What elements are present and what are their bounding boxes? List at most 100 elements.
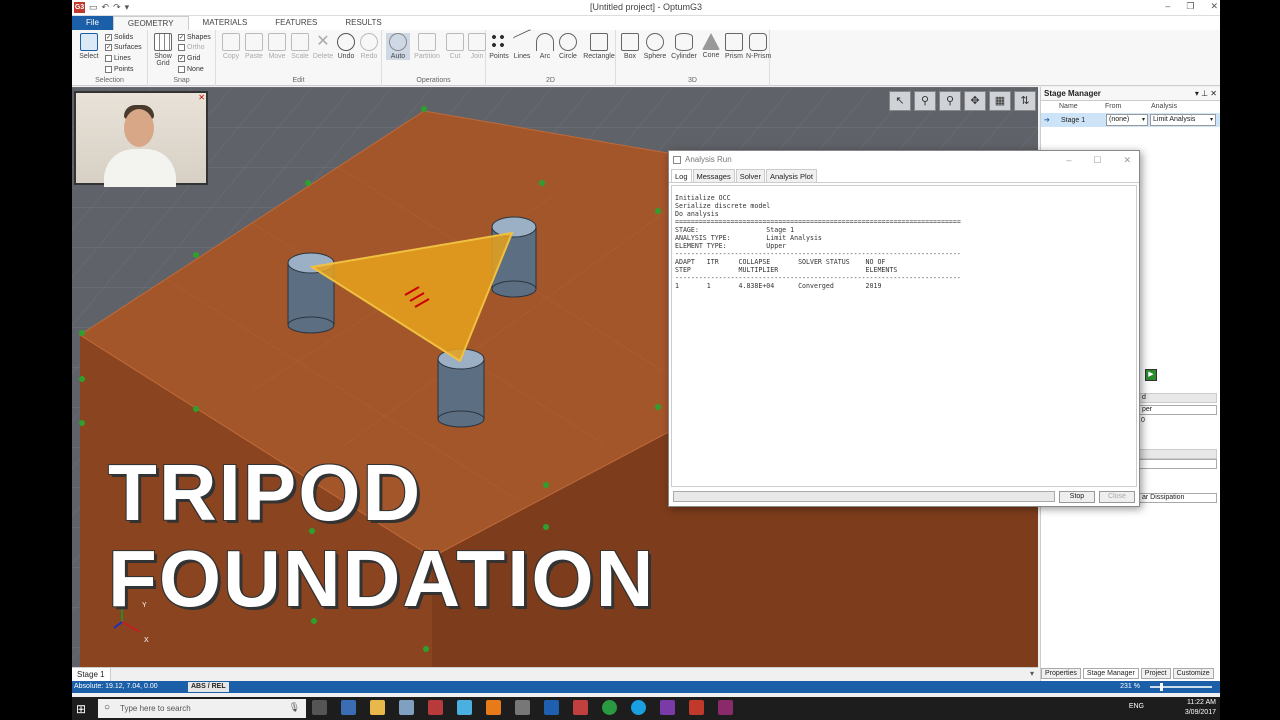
language-indicator[interactable]: ENG [1129,703,1144,710]
move-button[interactable]: Move [266,33,288,60]
close-button[interactable]: Close [1099,491,1135,503]
tab-geometry[interactable]: GEOMETRY [112,16,189,30]
tab-features[interactable]: FEATURES [261,16,331,30]
microphone-icon[interactable]: 🎙 [289,702,300,713]
scale-button[interactable]: Scale [289,33,311,60]
auto-button[interactable]: Auto [386,33,410,60]
taskbar-search-box[interactable]: ○ Type here to search 🎙 [98,699,306,718]
app-icon-5[interactable] [515,700,530,715]
zoom-window-icon[interactable]: ⚲ [939,91,961,111]
redo-button[interactable]: Redo [358,33,380,60]
app-icon-3[interactable] [428,700,443,715]
select-button[interactable]: Select [78,33,100,60]
property-field-4[interactable] [1139,459,1217,469]
lines-checkbox[interactable]: Lines [105,55,131,62]
zoom-slider[interactable] [1150,683,1212,691]
pointer-tool-icon[interactable]: ↖ [889,91,911,111]
windows-start-icon[interactable]: ⊞ [76,702,86,716]
points-checkbox[interactable]: Points [105,66,133,73]
system-clock[interactable]: 11:22 AM 3/09/2017 [1185,698,1216,718]
restore-icon[interactable]: ❐ [1186,1,1194,12]
show-grid-button[interactable]: Show Grid [152,33,174,67]
view-axes-icon[interactable]: ⇅ [1014,91,1036,111]
panel-controls-icon[interactable]: ▾ ⊥ ✕ [1195,87,1217,101]
app-icon-6[interactable] [573,700,588,715]
cone-button[interactable]: Cone [700,33,722,59]
tab-materials[interactable]: MATERIALS [189,16,262,30]
tab-stage-manager[interactable]: Stage Manager [1082,668,1139,679]
partition-button[interactable]: Partition [412,33,442,60]
property-field-2[interactable]: per [1139,405,1217,415]
join-button[interactable]: Join [466,33,488,60]
panel-tabs: Properties Stage Manager Project Customi… [1041,668,1214,679]
zoom-slider-knob[interactable] [1160,683,1163,691]
close-icon[interactable]: ✕ [1210,1,1218,12]
rectangle-button[interactable]: Rectangle [582,33,616,60]
stage-analysis-select[interactable]: Limit Analysis [1150,114,1216,126]
chrome-icon[interactable] [602,700,617,715]
none-checkbox[interactable]: None [178,66,204,73]
dialog-close-icon[interactable]: ✕ [1123,151,1131,169]
tab-file[interactable]: File [72,16,113,30]
sphere-button[interactable]: Sphere [642,33,668,60]
run-analysis-icon[interactable]: ▶ [1145,369,1157,381]
app-icon-2[interactable] [399,700,414,715]
outlook-icon[interactable] [544,700,559,715]
dialog-app-icon [673,156,681,164]
right-letterbox [1220,0,1280,720]
stage-dropdown-icon[interactable]: ▾ [1030,669,1034,678]
prism-button[interactable]: Prism [723,33,745,60]
tab-project[interactable]: Project [1140,668,1171,679]
illustrator-icon[interactable] [486,700,501,715]
tab-properties[interactable]: Properties [1041,668,1081,679]
dialog-tab-solver[interactable]: Solver [735,169,765,182]
dialog-maximize-icon[interactable]: ☐ [1093,151,1101,169]
property-field-5[interactable]: ar Dissipation [1139,493,1217,503]
lines-button[interactable]: Lines [511,28,533,60]
solids-checkbox[interactable]: ✓ Solids [105,34,133,41]
optumg3-taskbar-icon[interactable] [689,700,704,715]
shapes-checkbox[interactable]: ✓ Shapes [178,34,211,41]
stage-row[interactable]: ➔ Stage 1 (none) Limit Analysis [1041,113,1220,127]
dialog-tab-analysis-plot[interactable]: Analysis Plot [765,169,817,182]
stage-from-select[interactable]: (none) [1106,114,1148,126]
dialog-tab-messages[interactable]: Messages [692,169,735,182]
copy-button[interactable]: Copy [220,33,242,60]
grid-view-icon[interactable]: ▦ [989,91,1011,111]
app-icon-4[interactable] [457,700,472,715]
grid-checkbox[interactable]: ✓ Grid [178,55,200,62]
dialog-tab-log[interactable]: Log [671,169,692,182]
ortho-checkbox[interactable]: Ortho [178,44,205,51]
pan-icon[interactable]: ✥ [964,91,986,111]
skype-icon[interactable] [631,700,646,715]
axis-x-label: X [144,637,149,642]
paste-button[interactable]: Paste [243,33,265,60]
property-field-3[interactable]: 0 [1139,417,1217,427]
stage-tab[interactable]: Stage 1 [72,668,111,681]
tab-customize[interactable]: Customize [1172,668,1214,679]
nprism-button[interactable]: N-Prism [746,33,771,60]
webcam-close-icon[interactable]: ✕ [198,93,205,102]
stop-button[interactable]: Stop [1059,491,1095,503]
tab-results[interactable]: RESULTS [331,16,395,30]
cylinder-button[interactable]: Cylinder [670,33,698,60]
surfaces-checkbox[interactable]: ✓ Surfaces [105,44,142,51]
cut-button[interactable]: Cut [444,33,466,60]
zoom-icon[interactable]: ⚲ [914,91,936,111]
webcam-overlay: ✕ [74,91,208,187]
minimize-icon[interactable]: – [1165,1,1170,12]
property-field-1[interactable]: d [1139,393,1217,403]
undo-button[interactable]: Undo [335,33,357,60]
visual-studio-icon[interactable] [660,700,675,715]
app-icon-7[interactable] [718,700,733,715]
points-button[interactable]: Points [488,33,510,60]
app-icon-1[interactable] [341,700,356,715]
file-explorer-icon[interactable] [370,700,385,715]
dialog-minimize-icon[interactable]: – [1066,151,1071,169]
delete-button[interactable]: ✕ Delete [312,33,334,60]
box-button[interactable]: Box [619,33,641,60]
task-view-icon[interactable] [312,700,327,715]
abs-rel-toggle[interactable]: ABS / REL [188,682,229,692]
arc-button[interactable]: Arc [534,33,556,60]
circle-button[interactable]: Circle [557,33,579,60]
